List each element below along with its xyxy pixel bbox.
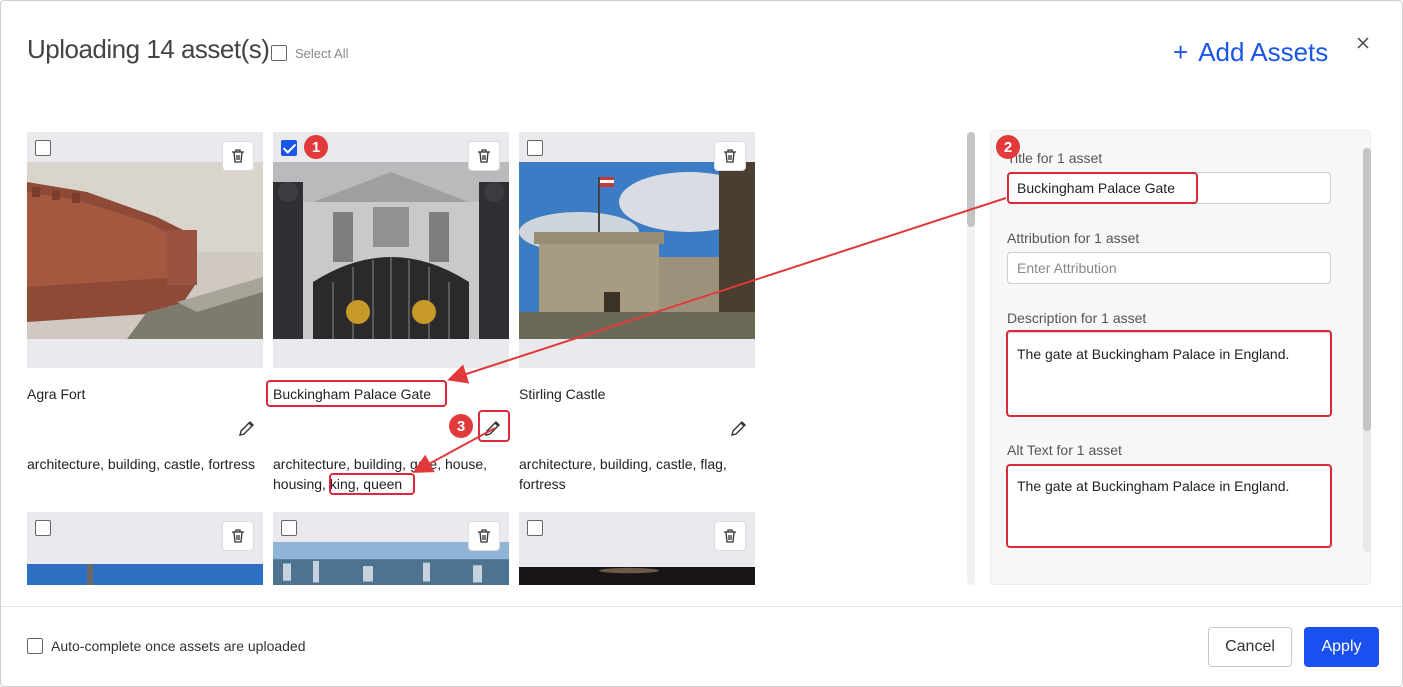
trash-icon xyxy=(232,149,244,163)
attribution-field[interactable]: Enter Attribution xyxy=(1007,252,1331,284)
edit-pencil-icon[interactable] xyxy=(729,418,749,438)
asset-thumbnail-agra-fort[interactable] xyxy=(27,132,263,368)
trash-icon xyxy=(232,529,244,543)
asset-thumbnail-6[interactable] xyxy=(519,512,755,585)
delete-asset-button[interactable] xyxy=(468,141,500,171)
asset-thumbnail-buckingham[interactable] xyxy=(273,132,509,368)
add-assets-label: Add Assets xyxy=(1198,37,1329,67)
panel-scrollbar-thumb[interactable] xyxy=(1363,148,1371,431)
autocomplete-control[interactable]: Auto-complete once assets are uploaded xyxy=(27,638,306,654)
buckingham-image xyxy=(273,162,509,339)
description-field-label: Description for 1 asset xyxy=(1007,310,1147,326)
asset-title: Agra Fort xyxy=(27,386,86,402)
asset-tags: architecture, building, castle, flag, fo… xyxy=(519,456,727,492)
asset-6-image xyxy=(519,567,755,585)
close-icon[interactable] xyxy=(1353,33,1373,53)
asset-tags: architecture, building, castle, fortress xyxy=(27,456,255,472)
asset-select-checkbox[interactable] xyxy=(527,140,543,156)
annotation-highlight-title-field xyxy=(1007,172,1198,204)
cancel-button[interactable]: Cancel xyxy=(1208,627,1292,667)
asset-thumbnail-4[interactable] xyxy=(27,512,263,585)
autocomplete-label: Auto-complete once assets are uploaded xyxy=(51,638,306,654)
select-all-checkbox[interactable] xyxy=(271,45,287,61)
footer-divider xyxy=(1,606,1403,607)
asset-select-checkbox[interactable] xyxy=(281,520,297,536)
annotation-highlight-alt-text xyxy=(1006,464,1332,548)
dialog-title: Uploading 14 asset(s) xyxy=(27,34,270,64)
alt-text-field-label: Alt Text for 1 asset xyxy=(1007,442,1122,458)
annotation-badge-1: 1 xyxy=(304,135,328,159)
delete-asset-button[interactable] xyxy=(222,521,254,551)
title-field-label: Title for 1 asset xyxy=(1007,150,1103,166)
asset-thumbnail-stirling[interactable] xyxy=(519,132,755,368)
annotation-highlight-pencil xyxy=(478,410,510,442)
grid-scrollbar-thumb[interactable] xyxy=(967,132,975,227)
trash-icon xyxy=(724,149,736,163)
asset-title: Stirling Castle xyxy=(519,386,606,402)
annotation-badge-3: 3 xyxy=(449,414,473,438)
apply-button[interactable]: Apply xyxy=(1304,627,1379,667)
annotation-badge-2: 2 xyxy=(996,135,1020,159)
asset-select-checkbox[interactable] xyxy=(527,520,543,536)
asset-thumbnail-5[interactable] xyxy=(273,512,509,585)
delete-asset-button[interactable] xyxy=(714,521,746,551)
annotation-highlight-asset-title xyxy=(266,380,447,407)
attribution-field-label: Attribution for 1 asset xyxy=(1007,230,1140,246)
annotation-highlight-tags xyxy=(329,473,415,495)
delete-asset-button[interactable] xyxy=(468,521,500,551)
autocomplete-checkbox[interactable] xyxy=(27,638,43,654)
asset-select-checkbox[interactable] xyxy=(35,140,51,156)
trash-icon xyxy=(478,149,490,163)
delete-asset-button[interactable] xyxy=(714,141,746,171)
upload-dialog: Uploading 14 asset(s) Select All + Add A… xyxy=(0,0,1403,687)
asset-select-checkbox[interactable] xyxy=(281,140,297,156)
select-all-control[interactable]: Select All xyxy=(271,45,348,61)
select-all-label: Select All xyxy=(295,45,349,61)
trash-icon xyxy=(724,529,736,543)
stirling-image xyxy=(519,162,755,339)
asset-select-checkbox[interactable] xyxy=(35,520,51,536)
agra-fort-image xyxy=(27,162,263,339)
asset-4-image xyxy=(27,564,263,585)
annotation-highlight-description xyxy=(1006,330,1332,417)
trash-icon xyxy=(478,529,490,543)
edit-pencil-icon[interactable] xyxy=(237,418,257,438)
add-assets-button[interactable]: + Add Assets xyxy=(1173,37,1328,68)
delete-asset-button[interactable] xyxy=(222,141,254,171)
plus-icon: + xyxy=(1173,37,1189,67)
